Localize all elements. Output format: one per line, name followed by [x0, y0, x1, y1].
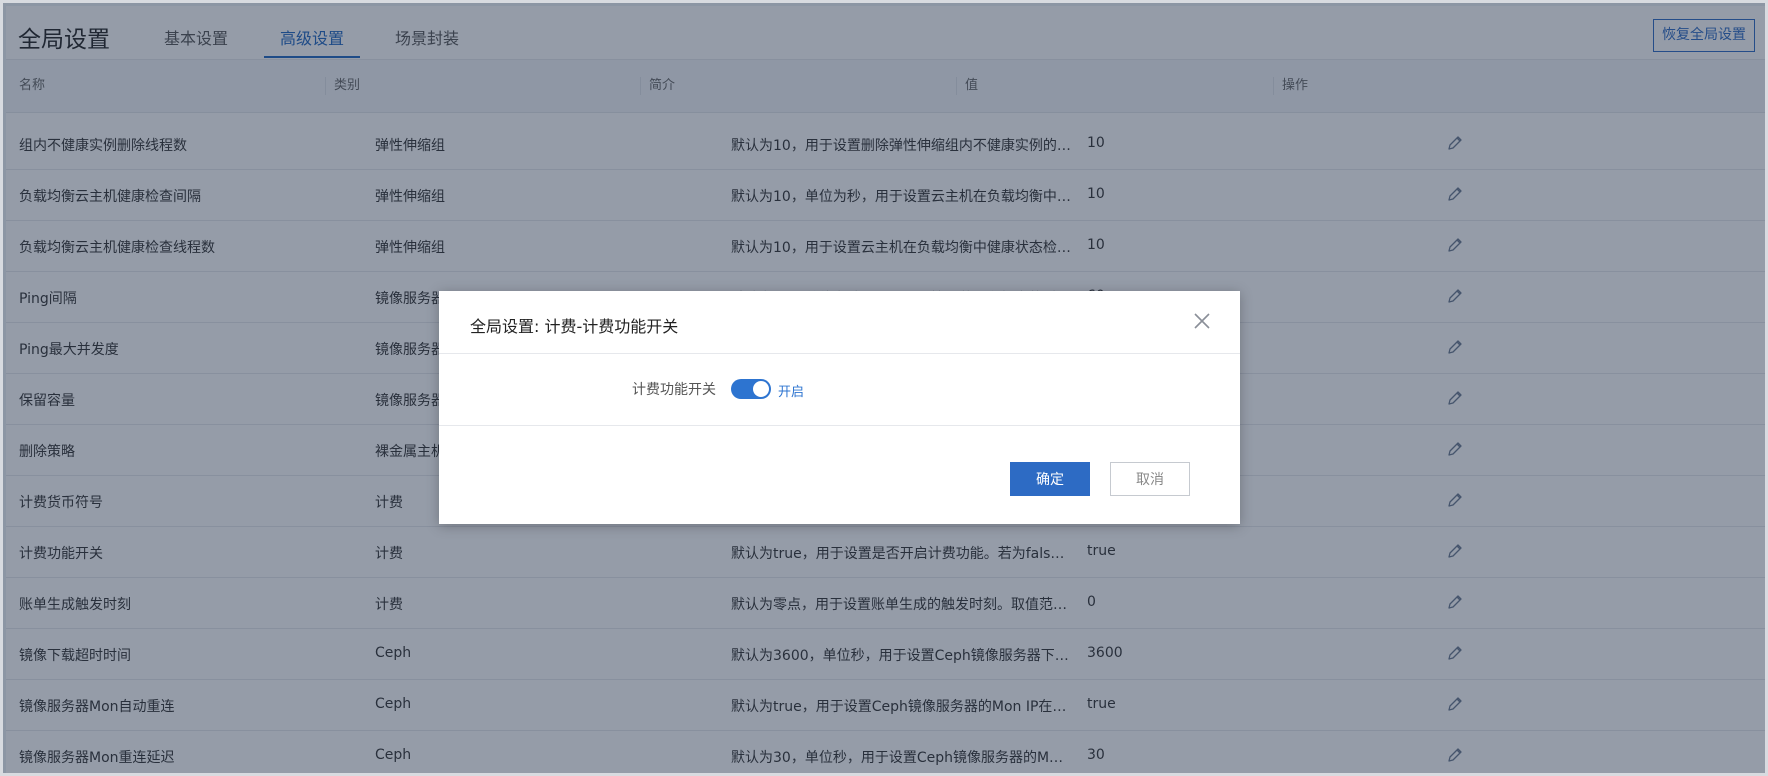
global-settings-page: 全局设置 基本设置 高级设置 场景封装 恢复全局设置 名称 类别 简介 值 操作… [6, 6, 1765, 773]
toggle-knob [753, 381, 769, 397]
confirm-button[interactable]: 确定 [1010, 462, 1090, 496]
dialog-header: 全局设置: 计费-计费功能开关 [439, 291, 1240, 354]
settings-dialog: 全局设置: 计费-计费功能开关 计费功能开关 开启 确定 取消 [439, 291, 1240, 524]
dialog-title: 全局设置: 计费-计费功能开关 [470, 317, 679, 336]
dialog-body: 计费功能开关 开启 [439, 354, 1240, 426]
billing-switch-label: 计费功能开关 [632, 382, 716, 398]
window-frame: 全局设置 基本设置 高级设置 场景封装 恢复全局设置 名称 类别 简介 值 操作… [0, 0, 1768, 776]
close-icon[interactable] [1192, 311, 1212, 331]
billing-switch-toggle[interactable] [731, 379, 771, 399]
toggle-state-label: 开启 [778, 385, 805, 400]
cancel-button[interactable]: 取消 [1110, 462, 1190, 496]
